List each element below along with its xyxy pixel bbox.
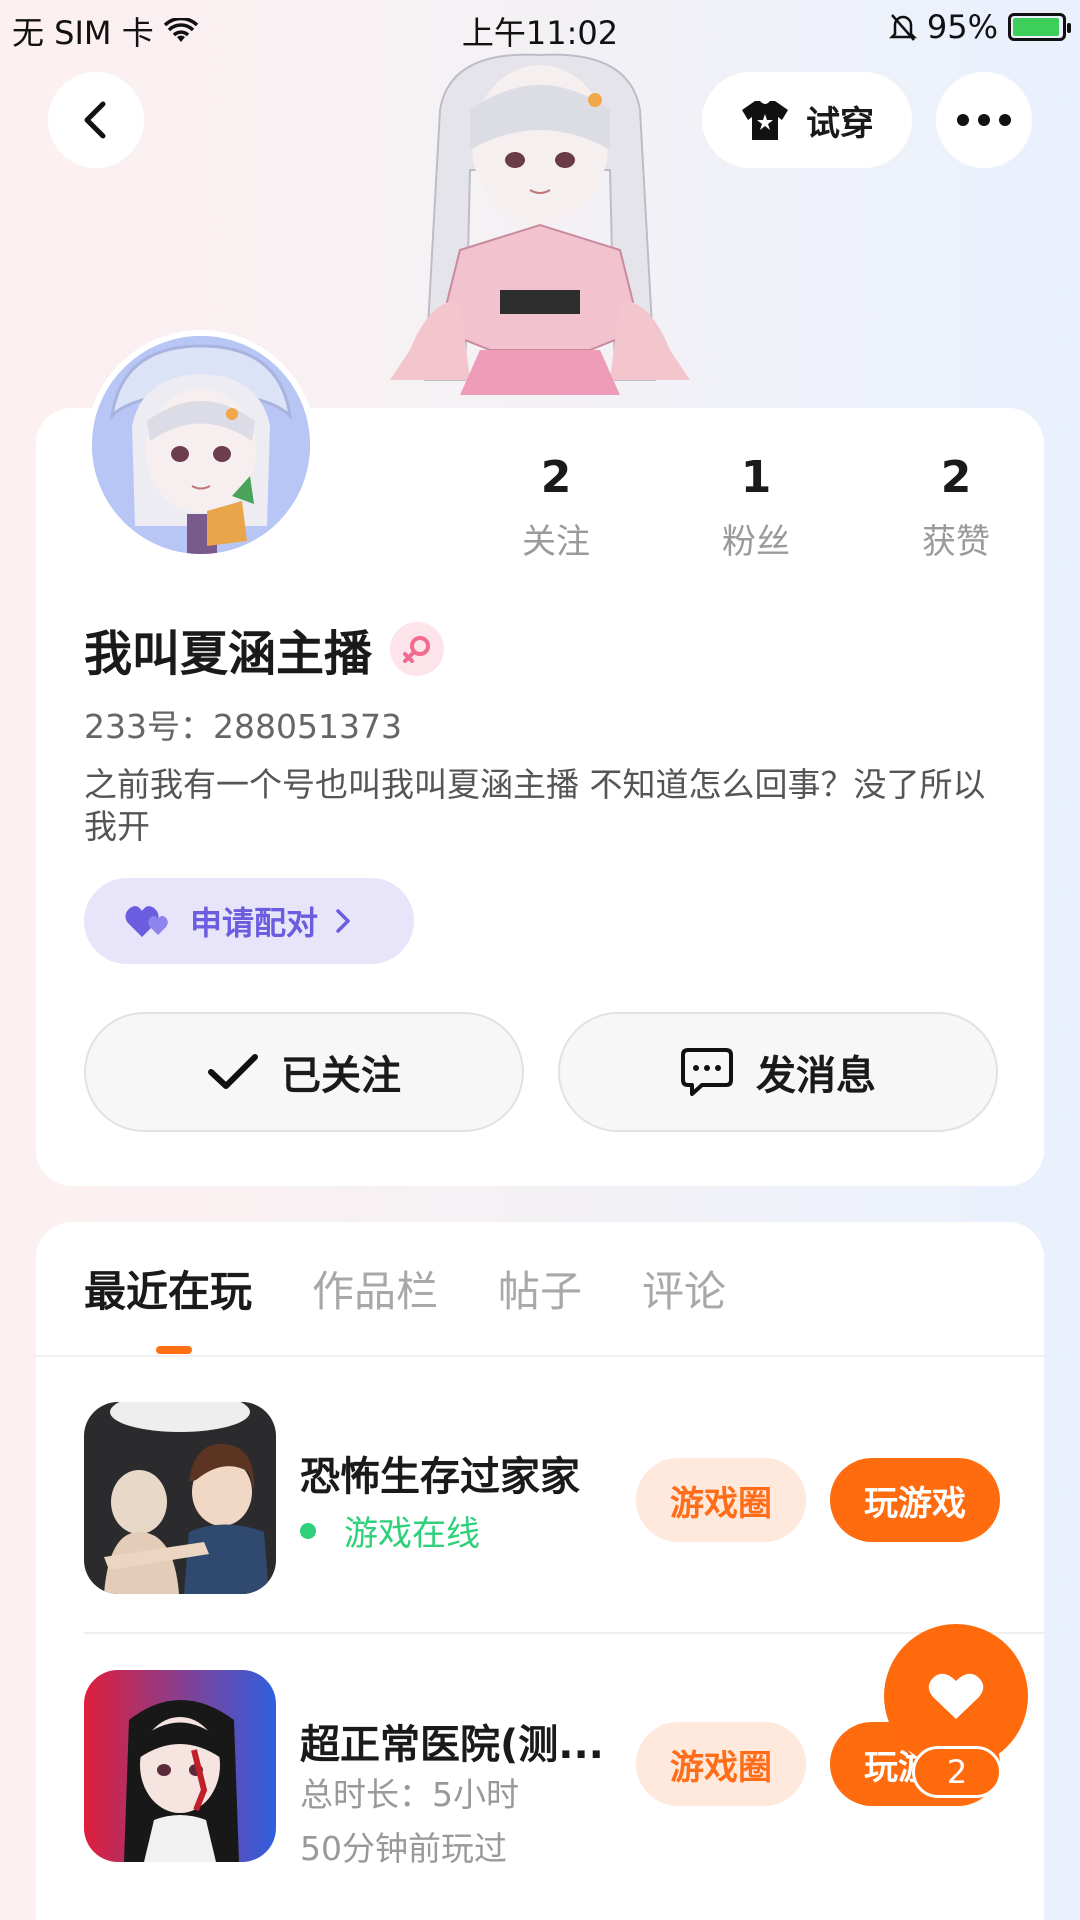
chevron-left-icon <box>84 101 106 139</box>
online-dot-icon <box>300 1522 316 1539</box>
stat-fans[interactable]: 1 粉丝 <box>656 452 856 563</box>
tab-comments[interactable]: 评论 <box>642 1258 726 1319</box>
game-icon[interactable] <box>84 1402 276 1594</box>
stat-label: 关注 <box>522 522 590 562</box>
stat-likes[interactable]: 2 获赞 <box>856 452 1056 563</box>
user-name: 我叫夏涵主播 <box>84 626 373 682</box>
game-icon[interactable] <box>84 1670 276 1862</box>
hearts-icon <box>125 906 168 937</box>
followed-button[interactable]: 已关注 <box>84 1012 524 1132</box>
female-icon <box>390 622 445 676</box>
tab-posts[interactable]: 帖子 <box>498 1258 582 1319</box>
chevron-right-icon <box>336 909 350 933</box>
shirt-icon <box>742 101 788 140</box>
game-online-status: 游戏在线 <box>300 1506 480 1555</box>
stat-number: 2 <box>940 452 972 503</box>
profile-stats: 2 关注 1 粉丝 2 获赞 <box>456 452 1056 563</box>
game-circle-button[interactable]: 游戏圈 <box>636 1722 806 1806</box>
stat-number: 2 <box>540 452 572 503</box>
back-button[interactable] <box>48 72 144 168</box>
game-circle-button[interactable]: 游戏圈 <box>636 1458 806 1542</box>
stat-label: 获赞 <box>922 522 990 562</box>
game-title: 恐怖生存过家家 <box>300 1454 580 1500</box>
more-dots-icon <box>957 114 1011 126</box>
request-pair-button[interactable]: 申请配对 <box>84 878 414 964</box>
avatar-image <box>92 336 310 554</box>
game-last-played: 50分钟前玩过 <box>300 1829 507 1868</box>
game-total-duration: 总时长：5小时 <box>300 1775 519 1814</box>
divider <box>84 1632 1044 1634</box>
chat-bubble-icon <box>681 1048 733 1096</box>
request-pair-label: 申请配对 <box>190 904 319 942</box>
like-count-badge: 2 <box>912 1746 1002 1798</box>
game-status-text: 游戏在线 <box>344 1514 480 1554</box>
stat-number: 1 <box>740 452 772 503</box>
more-options-button[interactable] <box>936 72 1032 168</box>
user-bio: 之前我有一个号也叫我叫夏涵主播 不知道怎么回事？没了所以我开 <box>84 765 986 846</box>
stat-label: 粉丝 <box>722 522 790 562</box>
send-message-label: 发消息 <box>756 1053 876 1099</box>
user-id: 233号：288051373 <box>84 707 402 746</box>
name-row: 我叫夏涵主播 <box>84 614 445 684</box>
try-on-button[interactable]: 试穿 <box>702 72 912 168</box>
avatar[interactable] <box>86 330 316 560</box>
divider <box>36 1355 1044 1357</box>
heart-icon <box>928 1673 984 1719</box>
tab-works[interactable]: 作品栏 <box>312 1258 438 1319</box>
play-game-button[interactable]: 玩游戏 <box>830 1458 1000 1542</box>
followed-label: 已关注 <box>281 1053 401 1099</box>
character-model-image <box>390 53 690 395</box>
try-on-label: 试穿 <box>806 103 874 144</box>
stat-following[interactable]: 2 关注 <box>456 452 656 563</box>
game-title: 超正常医院(测... <box>300 1722 604 1768</box>
send-message-button[interactable]: 发消息 <box>558 1012 998 1132</box>
game-list-item[interactable]: 恐怖生存过家家 游戏在线 游戏圈 玩游戏 <box>84 1402 1044 1602</box>
tab-recently-played[interactable]: 最近在玩 <box>84 1258 252 1354</box>
checkmark-icon <box>208 1054 258 1089</box>
profile-tabs: 最近在玩 作品栏 帖子 评论 <box>84 1258 726 1354</box>
